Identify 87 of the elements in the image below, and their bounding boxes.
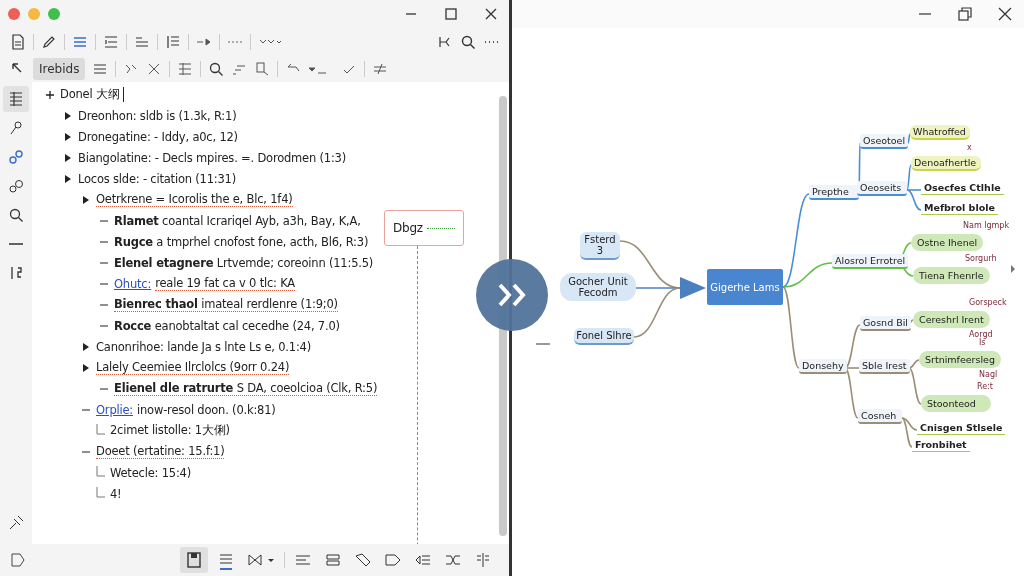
close-icon[interactable]	[998, 7, 1012, 21]
mindmap-node[interactable]: Gocher Unit Fecodm	[560, 273, 636, 301]
outline-item-text[interactable]: Biangolatine: - Decls mpires. =. Dorodmen (1:3)	[78, 150, 346, 165]
annotation-text: Sorgurh	[965, 254, 997, 263]
outline-item-text[interactable]: Elienel dle ratrurte S DA, coeolcioa (Clk, R:5)	[114, 381, 378, 396]
outline-item-text[interactable]: 2cimet listolle: 1大俐)	[110, 423, 230, 438]
expand-arrow-icon[interactable]	[82, 341, 90, 352]
tree-corner-icon	[95, 486, 105, 501]
expand-arrow-icon[interactable]	[64, 131, 72, 142]
expand-arrow-icon[interactable]	[64, 152, 72, 163]
outline-item-text[interactable]: Elenel etagnere Lrtvemde; coreoinn (11:5.5)	[114, 255, 374, 270]
mindmap-node[interactable]: Fonel Slhre	[574, 328, 634, 345]
expand-arrow-icon[interactable]	[64, 173, 72, 184]
tree-corner-icon	[95, 465, 105, 480]
restore-icon[interactable]	[958, 7, 972, 21]
annotation-text: Nam lgmpk	[963, 221, 1010, 230]
connector-line	[907, 133, 911, 144]
frame-icon[interactable]	[254, 60, 271, 77]
outline-item-text[interactable]: Locos slde: - citation (11:31)	[78, 171, 236, 186]
mindmap-node[interactable]: Fronbihet	[912, 438, 970, 452]
caret-icon[interactable]	[1010, 264, 1016, 274]
minimize-dot-icon[interactable]	[28, 8, 40, 20]
save-icon[interactable]	[180, 547, 208, 573]
outline-icon[interactable]	[3, 86, 29, 112]
mindmap-node[interactable]: Stoonteod	[921, 395, 991, 412]
outline-link[interactable]: Ohutc:	[114, 276, 152, 291]
expand-arrow-icon[interactable]	[82, 194, 90, 205]
mindmap-node[interactable]: Fsterd 3	[580, 232, 620, 260]
annotation-text: x	[967, 143, 972, 152]
outline-item-text[interactable]: reale 19 fat ca v 0 tlc: KA	[155, 276, 296, 291]
mindmap-node[interactable]: Cereshrl Irent	[913, 311, 990, 328]
outline-item-text[interactable]: inow-resol doon. (0.k:81)	[137, 402, 276, 417]
dash-mark-icon	[535, 343, 551, 345]
tree-corner-icon	[95, 423, 105, 438]
outline-item-text[interactable]: Lalely Ceemiee Ilrclolcs (9orr 0.24)	[96, 360, 290, 375]
mode-button[interactable]: Irebids	[33, 57, 86, 80]
table-icon[interactable]	[165, 33, 181, 50]
comment-text: Dbgz	[393, 221, 423, 235]
mindmap-node[interactable]: Prepthe	[809, 185, 859, 200]
mindmap-node[interactable]: Tiena Fhenrle	[913, 267, 990, 284]
annotation-text: Nagl	[979, 370, 998, 379]
maximize-icon[interactable]	[445, 8, 457, 20]
search-icon[interactable]	[208, 60, 225, 77]
outline-link[interactable]: Orplie:	[96, 402, 134, 417]
mindmap-node[interactable]: Mefbrol blole	[921, 201, 998, 215]
outline-item-text[interactable]: Bienrec thaol imateal rerdlenre (1:9;0)	[114, 297, 338, 312]
central-topic[interactable]: Gigerhe Lams	[707, 269, 783, 305]
outline-item-text[interactable]: 4!	[110, 486, 122, 501]
outline-item-text[interactable]: Dreonhon: sldb is (1.3k, R:1)	[78, 108, 237, 123]
mindmap-node[interactable]: Cnisgen Stlsele	[917, 421, 1006, 435]
expand-arrow-icon[interactable]	[64, 110, 72, 121]
outline-item-text[interactable]: Canonrihoe: lande Ja s lnte Ls e, 0.1:4)	[96, 339, 311, 354]
mindmap-node[interactable]: Alosrol Errotrel	[832, 254, 909, 269]
outline-item-text[interactable]: Wetecle: 15:4)	[110, 465, 191, 480]
annotation-text: Is	[979, 338, 986, 347]
mindmap-node[interactable]: Oeoseits	[857, 181, 907, 196]
outline-item-text[interactable]: Doeet (ertatine: 15.f:1)	[96, 444, 225, 459]
mindmap-node[interactable]: Whatroffed	[910, 125, 970, 140]
outline-item-text[interactable]: Rocce eanobtaltat cal cecedhe (24, 7.0)	[114, 318, 340, 333]
plus-icon[interactable]	[45, 89, 55, 100]
outline-item-text[interactable]: Dronegatine: - Iddy, a0c, 12)	[78, 129, 238, 144]
outline-item-text[interactable]: Oetrkrene = Icorolis the e, Blc, 1f4)	[96, 192, 293, 207]
indent-icon[interactable]	[103, 33, 119, 50]
mindmap-node[interactable]: Denoafhertle	[911, 156, 981, 171]
mindmap-node[interactable]: Osecfes Ctlhle	[921, 181, 1004, 195]
mindmap-node[interactable]: Cosneh	[858, 409, 902, 424]
mindmap-node[interactable]: Gosnd Bil	[860, 316, 911, 331]
comment-box[interactable]: Dbgz	[384, 210, 464, 246]
mindmap-node[interactable]: Oseotoel	[860, 134, 909, 149]
outline-item-text[interactable]: Rlamet coantal Icrariqel Ayb, a3h, Bay, K,A,	[114, 213, 361, 228]
outline-item-text[interactable]: Donel 大纲	[60, 87, 124, 102]
document-icon[interactable]	[10, 33, 26, 50]
annotation-text: Gorspeck	[969, 298, 1007, 307]
mindmap-node[interactable]: Sble Irest	[859, 359, 910, 374]
annotation-text: Re:t	[977, 382, 993, 391]
close-icon[interactable]	[485, 8, 497, 20]
mindmap-node[interactable]: Ostne Ihenel	[911, 234, 984, 251]
close-dot-icon[interactable]	[8, 8, 20, 20]
mindmap-node[interactable]: Donsehy	[799, 359, 847, 374]
arrow-icon	[680, 277, 706, 299]
expand-arrow-icon[interactable]	[82, 362, 90, 373]
mindmap-node[interactable]: Srtnimfeersleg	[919, 351, 1001, 368]
grid-icon[interactable]	[177, 60, 194, 77]
search-icon[interactable]	[460, 33, 476, 50]
zoom-dot-icon[interactable]	[48, 8, 60, 20]
outline-item-text[interactable]: Rugce a tmprhel cnofost fone, acth, Bl6, R:3)	[114, 234, 369, 249]
annotation-text: Aorgd	[969, 330, 993, 339]
